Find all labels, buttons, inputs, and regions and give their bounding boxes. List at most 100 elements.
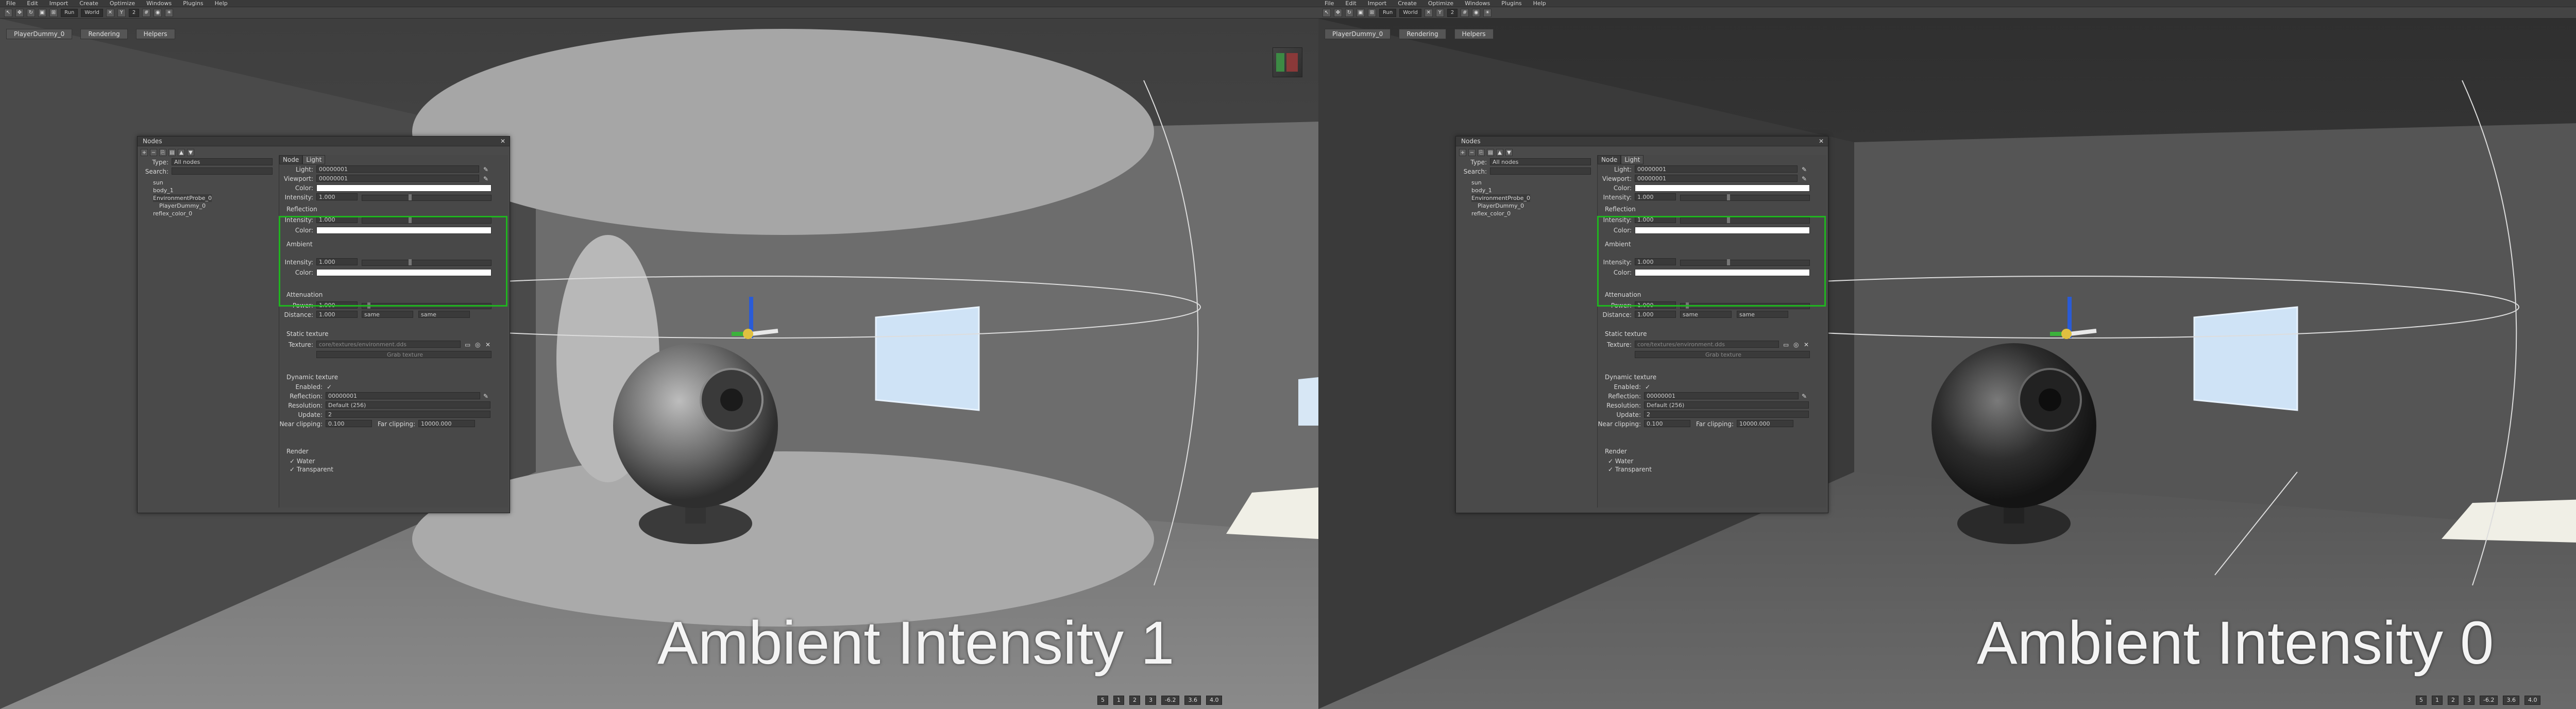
reflection-mask-field[interactable]: 00000001 (1644, 392, 1799, 399)
distance-field-2[interactable]: same (1680, 311, 1732, 318)
enabled-checkbox[interactable]: ✓ (1645, 383, 1650, 391)
texture-path-field[interactable]: core/textures/environment.dds (1635, 341, 1779, 348)
add-node-icon[interactable]: + (141, 149, 148, 156)
intensity-field[interactable]: 1.000 (316, 193, 358, 200)
edit-icon[interactable]: ✎ (1802, 165, 1807, 174)
distance-field[interactable]: 1.000 (316, 311, 358, 318)
status-page-2[interactable]: 2 (1129, 696, 1140, 705)
menu-file[interactable]: File (6, 0, 15, 7)
mode-select[interactable]: World (81, 8, 103, 17)
nav-cube[interactable] (1273, 47, 1302, 77)
y-axis-toggle-icon[interactable]: Y (1435, 8, 1444, 17)
folder-icon[interactable]: ▭ (465, 341, 470, 349)
close-icon[interactable]: ✕ (500, 137, 505, 146)
status-page-3[interactable]: 3 (1145, 696, 1156, 705)
close-icon[interactable]: ✕ (1819, 137, 1824, 146)
water-checkbox[interactable]: ✓ (290, 458, 297, 465)
light-icon[interactable]: ☀ (165, 8, 174, 17)
tree-item[interactable]: PlayerDummy_0 (1471, 202, 1530, 210)
clear-icon[interactable]: ✕ (1804, 341, 1809, 349)
tree-item[interactable]: reflex_color_0 (1471, 210, 1530, 217)
view-icon[interactable]: ◎ (1793, 341, 1799, 349)
far-clipping-field[interactable]: 10000.000 (418, 420, 475, 427)
rotate-tool-icon[interactable]: ↻ (27, 8, 35, 17)
intensity-field[interactable]: 1.000 (1635, 193, 1676, 200)
menu-windows[interactable]: Windows (1465, 0, 1490, 7)
status-page-3[interactable]: 3 (2464, 696, 2475, 705)
water-checkbox[interactable]: ✓ (1608, 458, 1615, 465)
near-clipping-field[interactable]: 0.100 (326, 420, 372, 427)
color-swatch[interactable] (1635, 184, 1810, 192)
menu-import[interactable]: Import (49, 0, 69, 7)
tab-player-dummy[interactable]: PlayerDummy_0 (6, 29, 73, 39)
group-node-icon[interactable]: ▤ (1487, 149, 1494, 156)
remove-node-icon[interactable]: − (1468, 149, 1476, 156)
status-page-2[interactable]: 2 (2448, 696, 2459, 705)
select-tool-icon[interactable]: ↖ (1323, 8, 1331, 17)
tree-item-selected[interactable]: EnvironmentProbe_0 (153, 194, 212, 202)
tree-item-selected[interactable]: EnvironmentProbe_0 (1471, 194, 1530, 202)
clone-node-icon[interactable]: ⎘ (1478, 149, 1485, 156)
grid-icon[interactable]: # (1461, 8, 1469, 17)
resolution-select[interactable]: Default (256) (326, 401, 490, 409)
tree-item[interactable]: PlayerDummy_0 (153, 202, 212, 210)
update-field[interactable]: 2 (1644, 411, 1809, 418)
tab-player-dummy[interactable]: PlayerDummy_0 (1325, 29, 1391, 39)
type-select[interactable]: All nodes (1490, 158, 1591, 165)
tab-helpers[interactable]: Helpers (1454, 29, 1494, 39)
menu-optimize[interactable]: Optimize (110, 0, 135, 7)
light-icon[interactable]: ☀ (1483, 8, 1492, 17)
reflection-mask-field[interactable]: 00000001 (326, 392, 480, 399)
distance-field-2[interactable]: same (362, 311, 413, 318)
camera-icon[interactable]: ◉ (1472, 8, 1481, 17)
tree-item[interactable]: body_1 (153, 187, 212, 194)
tree-item[interactable]: sun (1471, 179, 1530, 187)
transparent-checkbox[interactable]: ✓ (1608, 466, 1615, 473)
transparent-checkbox[interactable]: ✓ (290, 466, 297, 473)
run-field[interactable]: Run (1379, 8, 1397, 17)
down-icon[interactable]: ▼ (1505, 149, 1513, 156)
tab-light[interactable]: Light (302, 155, 326, 164)
grid-icon[interactable]: # (142, 8, 151, 17)
menu-plugins[interactable]: Plugins (183, 0, 203, 7)
light-mask-field[interactable]: 00000001 (1635, 165, 1798, 173)
remove-node-icon[interactable]: − (150, 149, 157, 156)
intensity-slider[interactable] (362, 194, 492, 201)
clear-icon[interactable]: ✕ (485, 341, 490, 349)
scale-tool-icon[interactable]: ▣ (38, 8, 46, 17)
distance-field-3[interactable]: same (1737, 311, 1788, 318)
up-icon[interactable]: ▲ (178, 149, 185, 156)
run-field[interactable]: Run (61, 8, 78, 17)
update-field[interactable]: 2 (326, 411, 490, 418)
snap-icon[interactable]: ⊞ (49, 8, 58, 17)
menu-create[interactable]: Create (1398, 0, 1417, 7)
x-axis-toggle-icon[interactable]: ✕ (1424, 8, 1433, 17)
move-tool-icon[interactable]: ✥ (1334, 8, 1342, 17)
view-icon[interactable]: ◎ (475, 341, 480, 349)
type-select[interactable]: All nodes (172, 158, 273, 165)
light-gizmo-icon[interactable] (2061, 329, 2072, 339)
menu-help[interactable]: Help (215, 0, 228, 7)
edit-icon[interactable]: ✎ (483, 175, 488, 183)
status-page-1[interactable]: 1 (1113, 696, 1124, 705)
viewport-mask-field[interactable]: 00000001 (1635, 175, 1798, 182)
tab-light[interactable]: Light (1621, 155, 1644, 164)
snap-icon[interactable]: ⊞ (1368, 8, 1376, 17)
edit-icon[interactable]: ✎ (1802, 392, 1807, 400)
menu-plugins[interactable]: Plugins (1501, 0, 1521, 7)
tree-item[interactable]: body_1 (1471, 187, 1530, 194)
tab-rendering[interactable]: Rendering (80, 29, 128, 39)
edit-icon[interactable]: ✎ (1802, 175, 1807, 183)
y-axis-toggle-icon[interactable]: Y (117, 8, 126, 17)
texture-path-field[interactable]: core/textures/environment.dds (316, 341, 461, 348)
add-node-icon[interactable]: + (1459, 149, 1466, 156)
tab-helpers[interactable]: Helpers (135, 29, 175, 39)
move-tool-icon[interactable]: ✥ (15, 8, 24, 17)
grab-texture-button[interactable]: Grab texture (1635, 351, 1810, 358)
tree-item[interactable]: reflex_color_0 (153, 210, 212, 217)
distance-field-3[interactable]: same (418, 311, 470, 318)
down-icon[interactable]: ▼ (187, 149, 194, 156)
menu-edit[interactable]: Edit (27, 0, 38, 7)
menu-edit[interactable]: Edit (1345, 0, 1356, 7)
intensity-slider[interactable] (1680, 194, 1810, 201)
